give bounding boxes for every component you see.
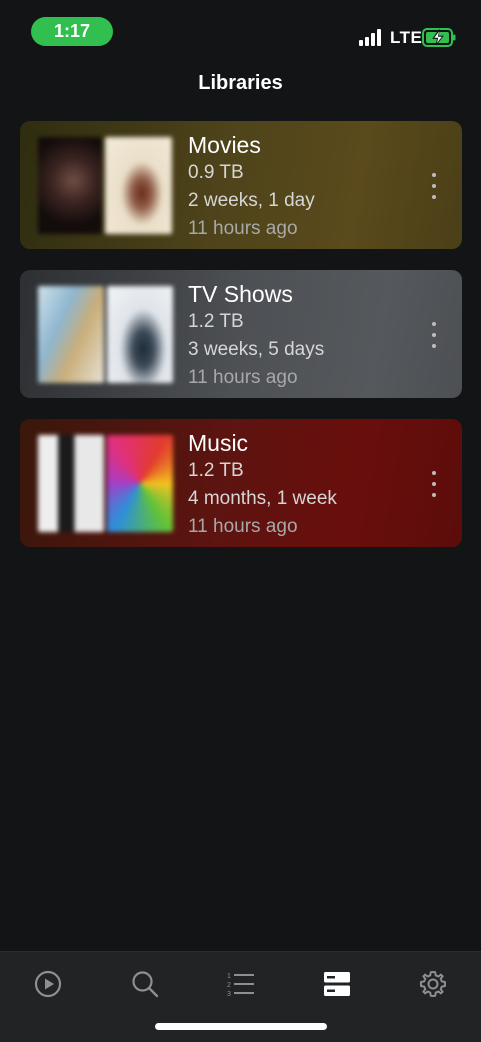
svg-text:2: 2 <box>227 982 231 989</box>
more-vertical-icon[interactable] <box>426 173 442 199</box>
library-title: Movies <box>188 132 261 158</box>
network-type-label: LTE <box>390 28 423 47</box>
library-title: Music <box>188 430 249 456</box>
library-list: Movies 0.9 TB 2 weeks, 1 day 11 hours ag… <box>20 121 462 568</box>
home-indicator[interactable] <box>155 1023 327 1030</box>
battery-charging-icon <box>422 28 456 47</box>
svg-text:3: 3 <box>227 991 231 998</box>
library-card-music[interactable]: Music 1.2 TB 4 months, 1 week 11 hours a… <box>20 419 462 547</box>
library-updated: 11 hours ago <box>188 367 298 388</box>
numbered-list-icon[interactable]: 1 2 3 <box>226 969 256 999</box>
library-artwork <box>38 435 173 532</box>
library-duration: 3 weeks, 5 days <box>188 339 325 360</box>
library-size: 1.2 TB <box>188 460 244 481</box>
library-card-tv-shows[interactable]: TV Shows 1.2 TB 3 weeks, 5 days 11 hours… <box>20 270 462 398</box>
gear-icon[interactable] <box>418 969 448 999</box>
library-artwork <box>38 286 173 383</box>
status-time[interactable]: 1:17 <box>31 17 113 46</box>
svg-text:1: 1 <box>227 973 231 980</box>
library-card-movies[interactable]: Movies 0.9 TB 2 weeks, 1 day 11 hours ag… <box>20 121 462 249</box>
library-title: TV Shows <box>188 281 293 307</box>
more-vertical-icon[interactable] <box>426 322 442 348</box>
status-bar: 1:17 LTE <box>0 0 481 60</box>
library-duration: 2 weeks, 1 day <box>188 190 315 211</box>
play-circle-icon[interactable] <box>33 969 63 999</box>
library-updated: 11 hours ago <box>188 516 298 537</box>
server-icon[interactable] <box>322 969 352 999</box>
more-vertical-icon[interactable] <box>426 471 442 497</box>
cellular-signal-icon <box>359 29 383 46</box>
library-duration: 4 months, 1 week <box>188 488 337 509</box>
library-artwork <box>38 137 173 234</box>
page-title: Libraries <box>198 72 283 94</box>
library-updated: 11 hours ago <box>188 218 298 239</box>
library-size: 1.2 TB <box>188 311 244 332</box>
search-icon[interactable] <box>130 969 160 999</box>
library-size: 0.9 TB <box>188 162 244 183</box>
